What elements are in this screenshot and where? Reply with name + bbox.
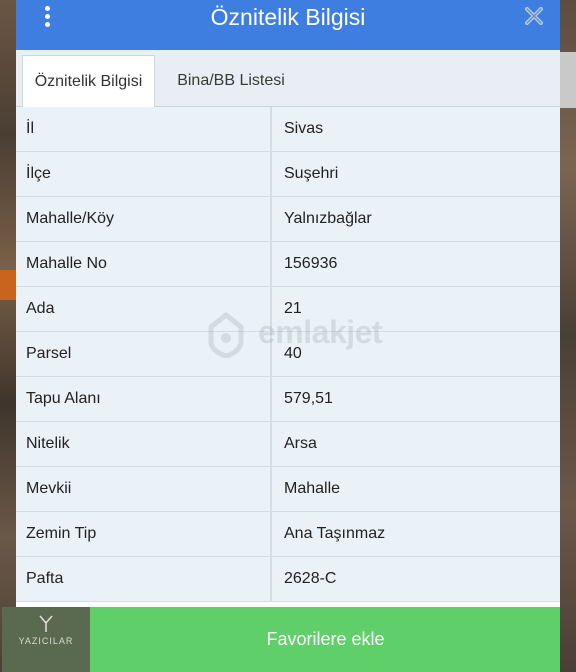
attribute-key: Mahalle No [16, 242, 272, 286]
table-row: Pafta 2628-C [16, 557, 560, 602]
watermark: emlakjet [206, 312, 396, 358]
attribute-value: Suşehri [284, 165, 339, 182]
add-to-favorites-button[interactable]: Favorilere ekle [91, 607, 560, 672]
attribute-key: Zemin Tip [16, 512, 272, 556]
attribute-key: Mevkii [16, 467, 272, 511]
attribute-value: Sivas [284, 120, 324, 137]
attribute-value: Yalnızbağlar [284, 210, 372, 227]
dialog-title: Öznitelik Bilgisi [210, 4, 366, 30]
tab-bar: Öznitelik Bilgisi Bina/BB Listesi [16, 50, 560, 107]
attribute-value: Arsa [284, 435, 317, 452]
attribute-dialog: Öznitelik Bilgisi Öznitelik Bilgisi Bina… [2, 0, 560, 672]
attribute-key: Tapu Alanı [16, 377, 272, 421]
map-overlay-marker [0, 270, 16, 300]
attribute-key: Mahalle/Köy [16, 197, 272, 241]
table-row: İl Sivas [16, 107, 560, 152]
logo-text: YAZICILAR [18, 636, 74, 646]
table-row: Mahalle/Köy Yalnızbağlar [16, 197, 560, 242]
footer-bar: YAZICILAR Favorilere ekle [2, 607, 560, 672]
table-row: Nitelik Arsa [16, 422, 560, 467]
attribute-value: 579,51 [284, 390, 333, 407]
tab-attribute-info[interactable]: Öznitelik Bilgisi [22, 55, 155, 107]
attribute-value: Mahalle [284, 480, 341, 497]
dialog-header: Öznitelik Bilgisi [16, 0, 560, 50]
map-background-left [0, 0, 16, 672]
attribute-key: Pafta [16, 557, 272, 601]
attribute-value: 156936 [284, 255, 338, 272]
table-row: İlçe Suşehri [16, 152, 560, 197]
attribute-key: Nitelik [16, 422, 272, 466]
watermark-text: emlakjet [258, 314, 383, 350]
attribute-value: Ana Taşınmaz [284, 525, 386, 542]
attribute-value: 2628-C [284, 570, 337, 587]
attribute-key: İl [16, 107, 272, 151]
map-background-panel [560, 52, 576, 108]
table-row: Zemin Tip Ana Taşınmaz [16, 512, 560, 557]
table-row: Mevkii Mahalle [16, 467, 560, 512]
logo-mark-icon [39, 615, 53, 632]
attribute-key: İlçe [16, 152, 272, 196]
tab-building-list[interactable]: Bina/BB Listesi [166, 55, 296, 106]
location-pin-icon [208, 312, 244, 358]
table-row: Mahalle No 156936 [16, 242, 560, 287]
table-row: Tapu Alanı 579,51 [16, 377, 560, 422]
company-logo: YAZICILAR [2, 607, 90, 672]
close-icon[interactable] [524, 6, 544, 26]
